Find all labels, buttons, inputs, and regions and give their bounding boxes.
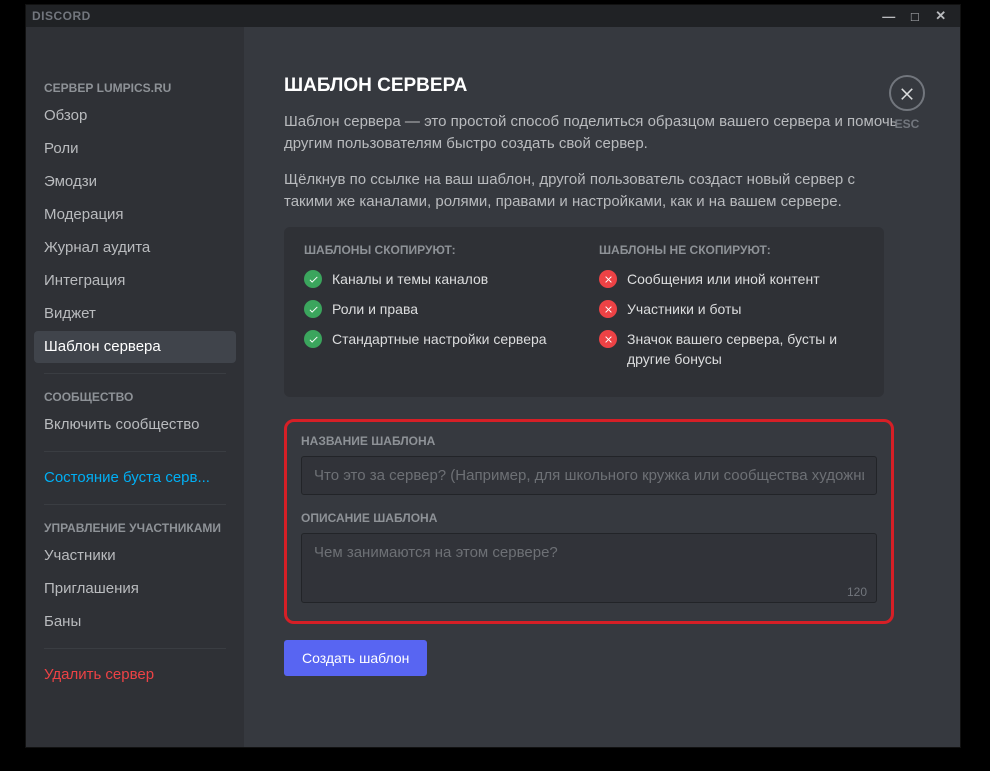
content-area: ESC ШАБЛОН СЕРВЕРА Шаблон сервера — это … (244, 27, 960, 747)
wont-copy-item: Значок вашего сервера, бусты и другие бо… (599, 329, 864, 369)
will-copy-text: Роли и права (332, 299, 418, 319)
close-icon (898, 84, 916, 102)
will-copy-text: Каналы и темы каналов (332, 269, 488, 289)
wont-copy-text: Участники и боты (627, 299, 741, 319)
check-icon (304, 270, 322, 288)
template-name-input[interactable] (301, 456, 877, 495)
char-count: 120 (847, 585, 867, 599)
sidebar-item-emoji[interactable]: Эмодзи (34, 166, 236, 198)
page-description-2: Щёлкнув по ссылке на ваш шаблон, другой … (284, 169, 904, 213)
template-name-label: НАЗВАНИЕ ШАБЛОНА (301, 434, 877, 448)
titlebar: DISCORD — □ ✕ (26, 5, 960, 27)
sidebar-item-delete-server[interactable]: Удалить сервер (34, 659, 236, 691)
sidebar-item-integrations[interactable]: Интеграция (34, 265, 236, 297)
window-maximize[interactable]: □ (902, 9, 928, 24)
page-title: ШАБЛОН СЕРВЕРА (284, 75, 904, 97)
sidebar-item-members[interactable]: Участники (34, 540, 236, 572)
app-name: DISCORD (32, 9, 91, 23)
wont-copy-text: Значок вашего сервера, бусты и другие бо… (627, 329, 864, 369)
settings-sidebar: СЕРВЕР LUMPICS.RU Обзор Роли Эмодзи Моде… (26, 27, 244, 747)
template-desc-label: ОПИСАНИЕ ШАБЛОНА (301, 511, 877, 525)
sidebar-item-moderation[interactable]: Модерация (34, 199, 236, 231)
wont-copy-text: Сообщения или иной контент (627, 269, 820, 289)
sidebar-item-widget[interactable]: Виджет (34, 298, 236, 330)
app-window: DISCORD — □ ✕ СЕРВЕР LUMPICS.RU Обзор Ро… (25, 4, 961, 748)
template-form-highlight: НАЗВАНИЕ ШАБЛОНА ОПИСАНИЕ ШАБЛОНА 120 (284, 419, 894, 624)
sidebar-divider (44, 373, 226, 374)
sidebar-item-bans[interactable]: Баны (34, 606, 236, 638)
check-icon (304, 330, 322, 348)
sidebar-item-enable-community[interactable]: Включить сообщество (34, 409, 236, 441)
sidebar-item-overview[interactable]: Обзор (34, 100, 236, 132)
sidebar-header-members: УПРАВЛЕНИЕ УЧАСТНИКАМИ (34, 515, 236, 539)
cross-icon (599, 300, 617, 318)
close-settings-button[interactable] (889, 75, 925, 111)
sidebar-header-server: СЕРВЕР LUMPICS.RU (34, 75, 236, 99)
sidebar-divider (44, 504, 226, 505)
sidebar-item-server-template[interactable]: Шаблон сервера (34, 331, 236, 363)
cross-icon (599, 330, 617, 348)
wont-copy-item: Участники и боты (599, 299, 864, 319)
sidebar-header-community: СООБЩЕСТВО (34, 384, 236, 408)
template-desc-textarea[interactable] (301, 533, 877, 603)
create-template-button[interactable]: Создать шаблон (284, 640, 427, 676)
will-copy-text: Стандартные настройки сервера (332, 329, 547, 349)
sidebar-divider (44, 648, 226, 649)
sidebar-item-boost-status[interactable]: Состояние буста серв... (34, 462, 236, 494)
will-copy-header: ШАБЛОНЫ СКОПИРУЮТ: (304, 243, 569, 257)
will-copy-item: Каналы и темы каналов (304, 269, 569, 289)
wont-copy-header: ШАБЛОНЫ НЕ СКОПИРУЮТ: (599, 243, 864, 257)
window-minimize[interactable]: — (876, 9, 902, 24)
window-close[interactable]: ✕ (928, 8, 954, 24)
will-copy-item: Роли и права (304, 299, 569, 319)
sidebar-divider (44, 451, 226, 452)
sidebar-item-audit-log[interactable]: Журнал аудита (34, 232, 236, 264)
page-description-1: Шаблон сервера — это простой способ поде… (284, 111, 904, 155)
esc-label: ESC (895, 117, 920, 131)
cross-icon (599, 270, 617, 288)
sidebar-item-invites[interactable]: Приглашения (34, 573, 236, 605)
wont-copy-item: Сообщения или иной контент (599, 269, 864, 289)
check-icon (304, 300, 322, 318)
sidebar-item-roles[interactable]: Роли (34, 133, 236, 165)
will-copy-item: Стандартные настройки сервера (304, 329, 569, 349)
template-copy-info-box: ШАБЛОНЫ СКОПИРУЮТ: Каналы и темы каналов… (284, 227, 884, 397)
